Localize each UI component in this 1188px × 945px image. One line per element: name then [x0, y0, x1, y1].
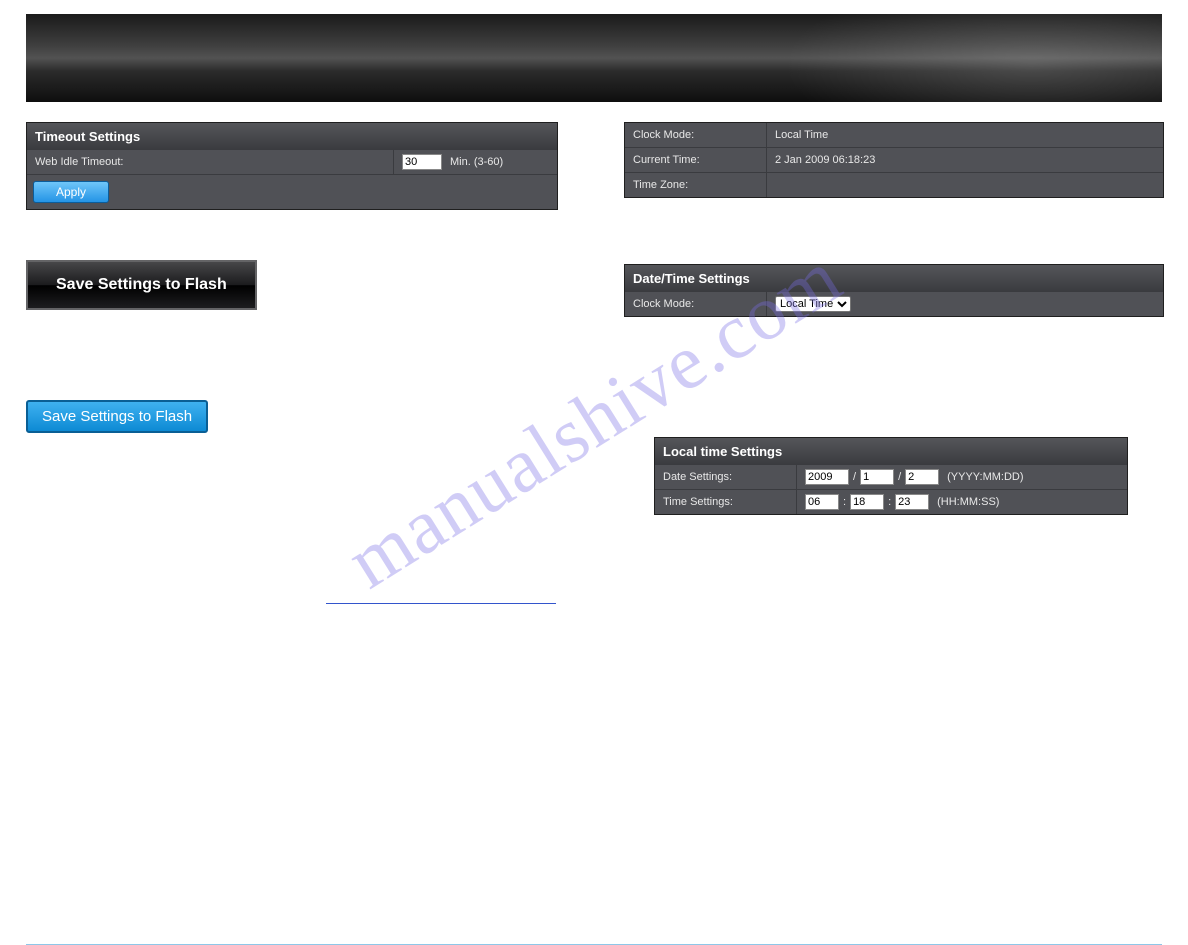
current-time-label: Current Time:	[625, 148, 767, 172]
datetime-header: Date/Time Settings	[625, 265, 1163, 292]
date-format-hint: (YYYY:MM:DD)	[947, 471, 1023, 483]
web-idle-timeout-input[interactable]	[402, 154, 442, 170]
date-settings-label: Date Settings:	[655, 465, 797, 489]
save-settings-black-button[interactable]: Save Settings to Flash	[26, 260, 257, 310]
clock-mode-label: Clock Mode:	[625, 123, 767, 147]
clock-status-panel: Clock Mode: Local Time Current Time: 2 J…	[624, 122, 1164, 198]
web-idle-timeout-label: Web Idle Timeout:	[27, 150, 394, 174]
time-zone-label: Time Zone:	[625, 173, 767, 197]
web-idle-timeout-hint: Min. (3-60)	[450, 156, 503, 168]
date-day-input[interactable]	[905, 469, 939, 485]
time-mm-input[interactable]	[850, 494, 884, 510]
top-banner	[26, 14, 1162, 102]
save-settings-blue-button[interactable]: Save Settings to Flash	[26, 400, 208, 433]
time-settings-label: Time Settings:	[655, 490, 797, 514]
timeout-header: Timeout Settings	[27, 123, 557, 150]
apply-button[interactable]: Apply	[33, 181, 109, 203]
datetime-settings-panel: Date/Time Settings Clock Mode: Local Tim…	[624, 264, 1164, 317]
date-year-input[interactable]	[805, 469, 849, 485]
current-time-value: 2 Jan 2009 06:18:23	[767, 148, 1163, 172]
localtime-settings-panel: Local time Settings Date Settings: / / (…	[654, 437, 1128, 515]
localtime-header: Local time Settings	[655, 438, 1127, 465]
time-zone-value	[767, 173, 1163, 197]
date-month-input[interactable]	[860, 469, 894, 485]
timeout-settings-panel: Timeout Settings Web Idle Timeout: Min. …	[26, 122, 558, 210]
time-hh-input[interactable]	[805, 494, 839, 510]
time-ss-input[interactable]	[895, 494, 929, 510]
clock-mode-value: Local Time	[767, 123, 1163, 147]
clock-mode-select[interactable]: Local Time	[775, 296, 851, 312]
divider-line	[326, 603, 556, 604]
datetime-clock-mode-label: Clock Mode:	[625, 292, 767, 316]
time-format-hint: (HH:MM:SS)	[937, 496, 999, 508]
